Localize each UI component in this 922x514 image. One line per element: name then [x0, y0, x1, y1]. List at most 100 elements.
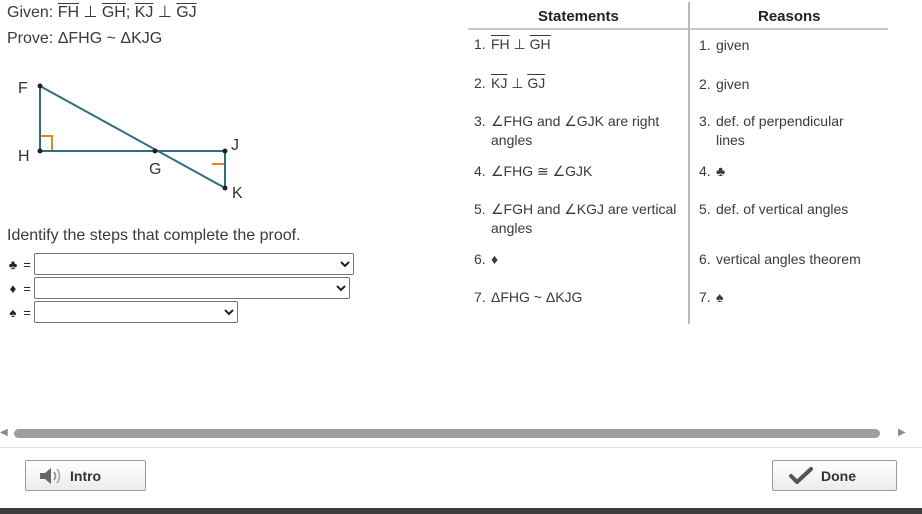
club-symbol: ♣: [8, 256, 18, 272]
reason-1: 1. given: [699, 36, 889, 55]
club-placeholder: ♣: [716, 163, 726, 179]
statement-2: 2. KJ ⊥ GJ: [474, 74, 686, 93]
answer-row-spade: ♠ =: [6, 301, 238, 323]
row-number: 7.: [699, 289, 711, 305]
segment-gh: GH: [101, 4, 126, 21]
perp-symbol: ⊥: [507, 75, 528, 91]
right-angle-mark-j: [212, 151, 226, 165]
row-number: 3.: [699, 113, 711, 129]
separator: ;: [125, 4, 135, 21]
diamond-placeholder: ♦: [491, 251, 499, 267]
segment-kj: KJ: [134, 4, 154, 21]
row-number: 1.: [474, 36, 486, 52]
statement-3: 3. ∠FHG and ∠GJK are right angles: [474, 112, 686, 150]
row-number: 5.: [699, 201, 711, 217]
equals-sign: =: [23, 280, 31, 296]
column-divider: [688, 2, 690, 324]
reason-3: 3. def. of perpendicular lines: [699, 112, 889, 150]
statement-4: 4. ∠FHG ≅ ∠GJK: [474, 162, 686, 181]
checkmark-icon: [787, 466, 817, 486]
row-number: 6.: [699, 251, 711, 267]
statement-text: ∠FHG ≅ ∠GJK: [491, 163, 593, 179]
statement-text-cont: angles: [491, 132, 533, 148]
label-f: F: [18, 80, 28, 97]
statement-5: 5. ∠FGH and ∠KGJ are vertical angles: [474, 200, 686, 238]
row-number: 3.: [474, 113, 486, 129]
statement-text: ∠FGH and ∠KGJ are vertical: [491, 201, 677, 217]
prove-statement: Prove: ΔFHG ~ ΔKJG: [7, 30, 163, 47]
given-statement: Given: FH ⊥ GH; KJ ⊥ GJ: [7, 2, 197, 22]
diamond-answer-dropdown[interactable]: [34, 277, 350, 299]
reason-7: 7. ♠: [699, 288, 889, 307]
statement-text: ∠FHG and ∠GJK are right: [491, 113, 660, 129]
row-number: 2.: [699, 76, 711, 92]
reasons-header: Reasons: [758, 8, 821, 25]
perp-symbol: ⊥: [509, 36, 530, 52]
instructions: Identify the steps that complete the pro…: [7, 227, 301, 244]
perp-symbol: ⊥: [153, 4, 177, 21]
label-j: J: [231, 137, 239, 154]
label-k: K: [232, 185, 243, 202]
perp-symbol: ⊥: [79, 4, 102, 21]
spade-placeholder: ♠: [716, 289, 724, 305]
segment-gj: GJ: [176, 4, 197, 21]
reason-5: 5. def. of vertical angles: [699, 200, 889, 219]
row-number: 6.: [474, 251, 486, 267]
reason-text: vertical angles theorem: [716, 251, 861, 267]
segment-kj: KJ: [491, 75, 508, 91]
done-label: Done: [821, 467, 856, 484]
reason-4: 4. ♣: [699, 162, 889, 181]
scroll-right-arrow-icon[interactable]: ▶: [898, 427, 906, 438]
statement-7: 7. ΔFHG ~ ΔKJG: [474, 288, 686, 307]
segment-fk-line: [39, 85, 226, 189]
statements-header: Statements: [538, 8, 619, 25]
row-number: 5.: [474, 201, 486, 217]
triangles-diagram: F H G J K: [18, 80, 243, 202]
answer-row-diamond: ♦ =: [6, 277, 350, 299]
row-number: 2.: [474, 75, 486, 91]
horizontal-scrollbar[interactable]: [14, 429, 880, 438]
done-button[interactable]: Done: [772, 460, 897, 491]
point-j: [222, 148, 228, 154]
label-g: G: [149, 161, 161, 178]
row-number: 1.: [699, 37, 711, 53]
point-g: [152, 148, 158, 154]
label-h: H: [18, 148, 30, 165]
right-angle-mark-h: [40, 135, 53, 151]
row-number: 7.: [474, 289, 486, 305]
diamond-symbol: ♦: [9, 280, 17, 296]
statement-text-cont: angles: [491, 220, 533, 236]
row-number: 4.: [474, 163, 486, 179]
segment-fh: FH: [491, 36, 510, 52]
given-prefix: Given:: [7, 4, 58, 21]
statement-6: 6. ♦: [474, 250, 686, 269]
statement-1: 1. FH ⊥ GH: [474, 35, 686, 54]
speaker-icon: [36, 466, 66, 486]
reason-text: def. of vertical angles: [716, 201, 849, 217]
proof-table: Statements Reasons 1. FH ⊥ GH 1. given 2. K…: [468, 2, 888, 324]
segment-gh: GH: [529, 36, 551, 52]
proof-table-header: Statements Reasons: [468, 2, 888, 30]
row-number: 4.: [699, 163, 711, 179]
reason-text: def. of perpendicular: [716, 113, 844, 129]
point-h: [37, 148, 43, 154]
scroll-left-arrow-icon[interactable]: ◀: [0, 427, 8, 438]
statement-text: ΔFHG ~ ΔKJG: [491, 289, 583, 305]
equals-sign: =: [23, 304, 31, 320]
segment-gj: GJ: [527, 75, 546, 91]
reason-6: 6. vertical angles theorem: [699, 250, 889, 269]
reason-text: given: [716, 37, 750, 53]
spade-symbol: ♠: [9, 304, 17, 320]
intro-button[interactable]: Intro: [25, 460, 146, 491]
point-k: [222, 185, 228, 191]
reason-text: given: [716, 76, 750, 92]
reason-2: 2. given: [699, 75, 889, 94]
segment-fh: FH: [57, 4, 80, 21]
spade-answer-dropdown[interactable]: [34, 301, 238, 323]
bottom-bar: [0, 508, 922, 514]
geometry-figure: F H G J K: [10, 70, 260, 210]
club-answer-dropdown[interactable]: [34, 253, 354, 275]
point-f: [37, 83, 43, 89]
reason-text-cont: lines: [716, 132, 745, 148]
intro-label: Intro: [70, 467, 102, 484]
